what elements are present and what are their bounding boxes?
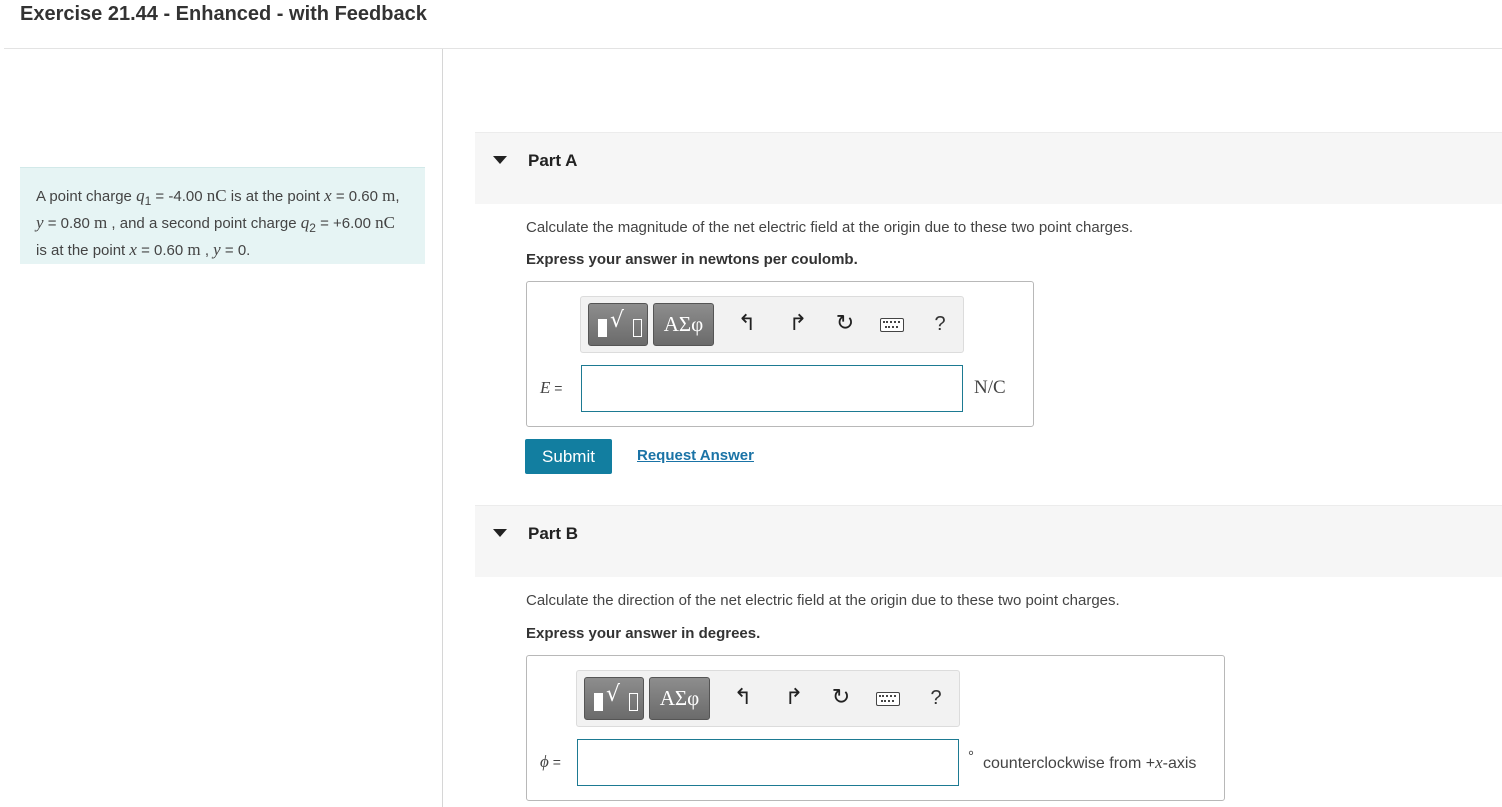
unit-m: m xyxy=(382,186,396,205)
greek-symbols-button[interactable]: ΑΣφ xyxy=(653,303,714,346)
title-divider xyxy=(4,48,1502,49)
help-icon[interactable]: ? xyxy=(923,685,949,711)
y-symbol: y xyxy=(213,240,221,259)
radical-icon: √ xyxy=(606,682,621,707)
submit-button[interactable]: Submit xyxy=(525,439,612,474)
degree-symbol: ° xyxy=(968,748,974,765)
unit-label: N/C xyxy=(974,377,1006,398)
template-box-icon xyxy=(598,319,607,337)
problem-text: = +6.00 xyxy=(315,215,376,232)
problem-text: is at the point xyxy=(226,188,325,205)
greek-symbols-button[interactable]: ΑΣφ xyxy=(649,677,710,720)
problem-text: = 0.60 xyxy=(136,242,188,259)
unit-m: m xyxy=(94,213,108,232)
unit-nc: nC xyxy=(375,213,395,232)
q2-symbol: q xyxy=(300,213,310,232)
redo-icon[interactable]: ↱ xyxy=(781,685,807,711)
template-square-icon xyxy=(633,319,642,337)
q2-subscript: 2 xyxy=(309,221,316,235)
unit-label: counterclockwise from +x-axis xyxy=(983,753,1197,772)
undo-icon[interactable]: ↰ xyxy=(730,685,756,711)
request-answer-link[interactable]: Request Answer xyxy=(637,447,754,464)
q1-symbol: q xyxy=(136,186,145,205)
problem-text: is at the point xyxy=(36,242,130,259)
problem-text: , xyxy=(200,242,214,259)
problem-text: = 0.80 xyxy=(43,215,95,232)
unit-nc: nC xyxy=(206,186,227,205)
problem-text: , xyxy=(395,188,400,205)
reset-icon[interactable]: ↻ xyxy=(832,311,858,337)
unit-m: m xyxy=(187,240,201,259)
variable-label: ϕ = xyxy=(540,752,561,771)
part-b-instruction: Express your answer in degrees. xyxy=(526,625,761,642)
math-toolbar: √ ΑΣφ ↰ ↱ ↻ ? xyxy=(580,296,964,353)
variable-label: E = xyxy=(540,378,563,397)
x-symbol: x xyxy=(324,186,332,205)
redo-icon[interactable]: ↱ xyxy=(785,311,811,337)
radical-icon: √ xyxy=(610,308,625,333)
part-b-title: Part B xyxy=(528,524,579,543)
part-b-answer-box: √ ΑΣφ ↰ ↱ ↻ ? ϕ = xyxy=(526,655,1225,801)
problem-text: = -4.00 xyxy=(151,188,207,205)
problem-text: = 0. xyxy=(220,242,251,259)
template-box-icon xyxy=(594,693,603,711)
y-symbol: y xyxy=(36,213,44,232)
keyboard-icon[interactable] xyxy=(880,318,904,332)
part-a-instruction: Express your answer in newtons per coulo… xyxy=(526,251,858,268)
direction-input[interactable] xyxy=(577,739,959,786)
part-b-header[interactable]: Part B xyxy=(475,505,1502,577)
column-divider xyxy=(442,49,443,807)
problem-statement: A point charge q1 = -4.00 nC is at the p… xyxy=(20,167,425,264)
x-symbol: x xyxy=(129,240,137,259)
part-b-prompt: Calculate the direction of the net elect… xyxy=(526,592,1120,609)
problem-text: , and a second point charge xyxy=(107,215,301,232)
template-square-icon xyxy=(629,693,638,711)
magnitude-input[interactable] xyxy=(581,365,963,412)
undo-icon[interactable]: ↰ xyxy=(734,311,760,337)
part-a-prompt: Calculate the magnitude of the net elect… xyxy=(526,219,1134,236)
problem-text: = 0.60 xyxy=(331,188,383,205)
collapse-arrow-icon[interactable] xyxy=(493,156,507,164)
templates-button[interactable]: √ xyxy=(584,677,644,720)
templates-button[interactable]: √ xyxy=(588,303,648,346)
math-toolbar: √ ΑΣφ ↰ ↱ ↻ ? xyxy=(576,670,960,727)
problem-text: A point charge xyxy=(36,188,137,205)
page-title: Exercise 21.44 - Enhanced - with Feedbac… xyxy=(20,3,427,25)
reset-icon[interactable]: ↻ xyxy=(828,685,854,711)
keyboard-icon[interactable] xyxy=(876,692,900,706)
part-a-header[interactable]: Part A xyxy=(475,132,1502,204)
help-icon[interactable]: ? xyxy=(927,311,953,337)
collapse-arrow-icon[interactable] xyxy=(493,529,507,537)
part-a-title: Part A xyxy=(528,151,578,170)
part-a-answer-box: √ ΑΣφ ↰ ↱ ↻ ? E = N/C xyxy=(526,281,1034,427)
